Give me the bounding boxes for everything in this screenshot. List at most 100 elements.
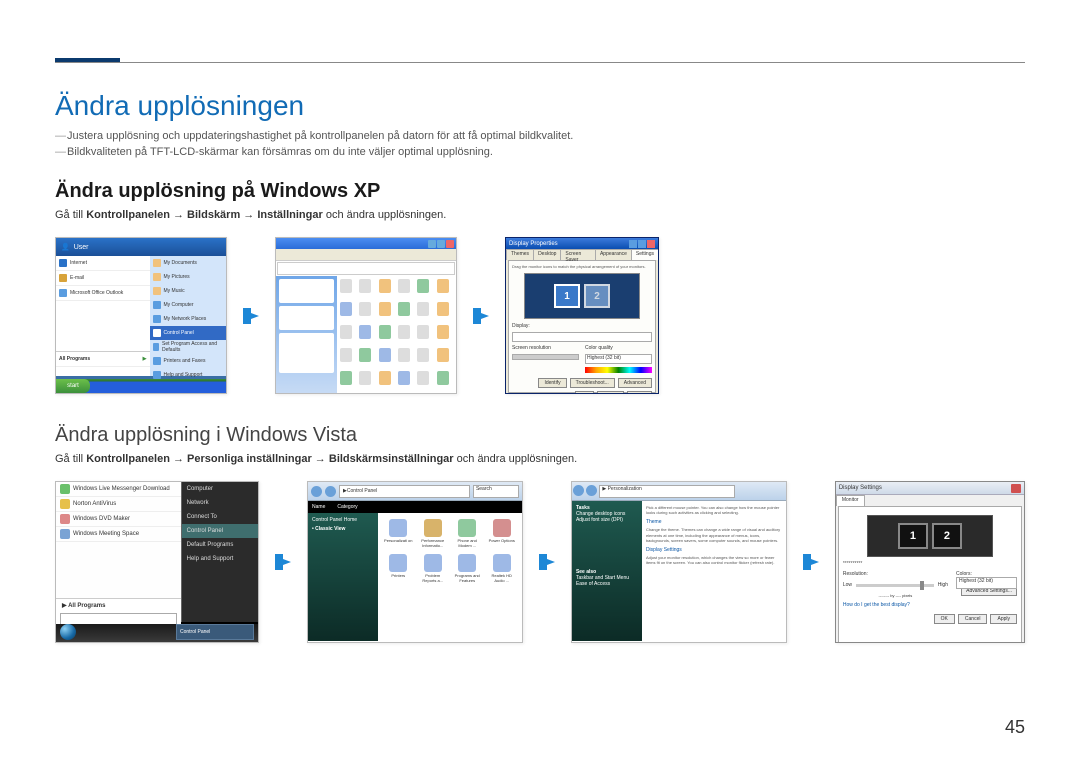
xp-instr-pre: Gå till xyxy=(55,209,86,221)
xp-sl-1: E-mail xyxy=(70,275,84,281)
cp-item-icon xyxy=(379,371,391,385)
xp-tab-3: Appearance xyxy=(595,249,632,260)
xp-instr-a1: → xyxy=(170,209,187,221)
xp-tab-2: Screen Saver xyxy=(560,249,596,260)
cp-item-icon xyxy=(398,371,410,385)
vi-sr-4: Default Programs xyxy=(182,538,258,552)
vi-taskbar-item: Control Panel xyxy=(176,624,254,640)
vi-cp-h0: Name xyxy=(312,504,325,510)
cp-item-icon xyxy=(398,348,410,362)
vi-pers-disp: Display Settings xyxy=(646,547,782,553)
xp-tab-0: Themes xyxy=(506,249,534,260)
vi-ps-5: Ease of Access xyxy=(576,581,638,587)
vi-sr-1: Network xyxy=(182,496,258,510)
cp-item-icon xyxy=(398,302,410,316)
cp-item-icon xyxy=(389,519,407,537)
xp-instr-b2: Bildskärm xyxy=(187,209,240,221)
vi-cp-side2: Classic View xyxy=(315,526,345,532)
vi-sl-1: Norton AntiVirus xyxy=(73,501,116,507)
vi-mon-1: 1 xyxy=(898,523,928,549)
xp-screenshot-row: 👤User Internet E-mail Microsoft Office O… xyxy=(55,237,1025,394)
vi-sl-2: Windows DVD Maker xyxy=(73,516,130,522)
cp-item-icon xyxy=(340,371,352,385)
cp-item: Problem Reports a... xyxy=(419,554,447,583)
cp-item: Printers xyxy=(384,554,412,583)
vi-ds-link: How do I get the best display? xyxy=(843,602,910,608)
vista-section-title: Ändra upplösning i Windows Vista xyxy=(55,424,1025,447)
vi-instr-b1: Kontrollpanelen xyxy=(86,453,170,465)
vi-instr-post: och ändra upplösningen. xyxy=(454,453,578,465)
cp-item-icon xyxy=(359,279,371,293)
cp-item: Personalizati on xyxy=(384,519,412,548)
cp-item-label: Programs and Features xyxy=(453,573,481,583)
xp-sr-3: My Computer xyxy=(164,302,194,308)
vi-instr-pre: Gå till xyxy=(55,453,86,465)
cp-item-icon xyxy=(493,554,511,572)
vi-cp-h1: Category xyxy=(337,504,357,510)
cp-item-icon xyxy=(359,348,371,362)
vi-ds-reslbl: Resolution: xyxy=(843,571,948,577)
xp-sr-6: Set Program Access and Defaults xyxy=(162,341,223,353)
vi-ds-low: Low xyxy=(843,582,852,588)
vi-instr-b3: Bildskärmsinställningar xyxy=(329,453,454,465)
xp-btn-adv: Advanced xyxy=(618,378,652,388)
xp-sr-2: My Music xyxy=(164,288,185,294)
cp-item-icon xyxy=(379,325,391,339)
vi-cp-side1: Control Panel Home xyxy=(312,517,374,523)
cp-item-icon xyxy=(417,348,429,362)
cp-item-icon xyxy=(458,519,476,537)
cp-item-label: Printers xyxy=(391,573,405,578)
vi-instr-a2: → xyxy=(312,453,329,465)
vi-pers-crumb: Personalization xyxy=(608,486,642,492)
vi-ds-apply: Apply xyxy=(990,614,1017,624)
vi-pers-themetxt: Change the theme. Themes can change a wi… xyxy=(646,527,782,543)
cp-item-icon xyxy=(493,519,511,537)
vi-sl-0: Windows Live Messenger Download xyxy=(73,486,170,492)
xp-btn-trouble: Troubleshoot... xyxy=(570,378,615,388)
vista-instructions: Gå till Kontrollpanelen → Personliga ins… xyxy=(55,453,1025,465)
cp-item-icon xyxy=(458,554,476,572)
cp-item-label: Personalizati on xyxy=(384,538,412,543)
note-2-text: Bildkvaliteten på TFT-LCD-skärmar kan fö… xyxy=(67,146,493,158)
xp-sr-7: Printers and Faxes xyxy=(164,358,206,364)
vi-ds-title: Display Settings xyxy=(839,485,882,491)
xp-instr-post: och ändra upplösningen. xyxy=(323,209,447,221)
cp-item-label: Power Options xyxy=(489,538,515,543)
vi-ds-dots: ********** xyxy=(843,561,1017,567)
cp-item: Realtek HD Audio ... xyxy=(487,554,515,583)
vi-ds-cancel: Cancel xyxy=(958,614,988,624)
cp-item-icon xyxy=(417,371,429,385)
cp-item-icon xyxy=(417,279,429,293)
cp-item-icon xyxy=(437,325,449,339)
cp-item-label: Problem Reports a... xyxy=(419,573,447,583)
cp-item: Programs and Features xyxy=(453,554,481,583)
cp-item-icon xyxy=(359,371,371,385)
cp-item-label: Performance Informatio... xyxy=(419,538,447,548)
cp-item-icon xyxy=(437,371,449,385)
vista-personalization-screenshot: ▶ Personalization Tasks Change desktop i… xyxy=(571,481,787,643)
vi-sr-0: Computer xyxy=(182,482,258,496)
top-rule xyxy=(55,62,1025,63)
xp-sr-4: My Network Places xyxy=(164,316,207,322)
xp-btn-apply: Apply xyxy=(627,391,652,394)
cp-item-icon xyxy=(437,279,449,293)
note-2: ―Bildkvaliteten på TFT-LCD-skärmar kan f… xyxy=(55,146,1025,158)
xp-instr-b1: Kontrollpanelen xyxy=(86,209,170,221)
cp-item-icon xyxy=(417,302,429,316)
xp-allprog: All Programs xyxy=(59,356,90,362)
xp-start-button: start xyxy=(56,379,90,393)
xp-instructions: Gå till Kontrollpanelen → Bildskärm → In… xyxy=(55,209,1025,221)
xp-instr-a2: → xyxy=(240,209,257,221)
arrow-icon xyxy=(239,304,263,328)
arrow-icon xyxy=(799,550,823,574)
vi-ds-resval: -------- by ---- pixels xyxy=(843,593,948,598)
vi-pers-disptxt: Adjust your monitor resolution, which ch… xyxy=(646,555,782,565)
vi-sr-5: Help and Support xyxy=(182,552,258,566)
cp-item: Phone and Modem ... xyxy=(453,519,481,548)
vista-screenshot-row: Windows Live Messenger Download Norton A… xyxy=(55,481,1025,643)
cp-item-icon xyxy=(379,348,391,362)
xp-sl-0: Internet xyxy=(70,260,87,266)
accent-bar xyxy=(55,58,120,62)
cp-item-icon xyxy=(424,519,442,537)
vi-ds-high: High xyxy=(938,582,948,588)
